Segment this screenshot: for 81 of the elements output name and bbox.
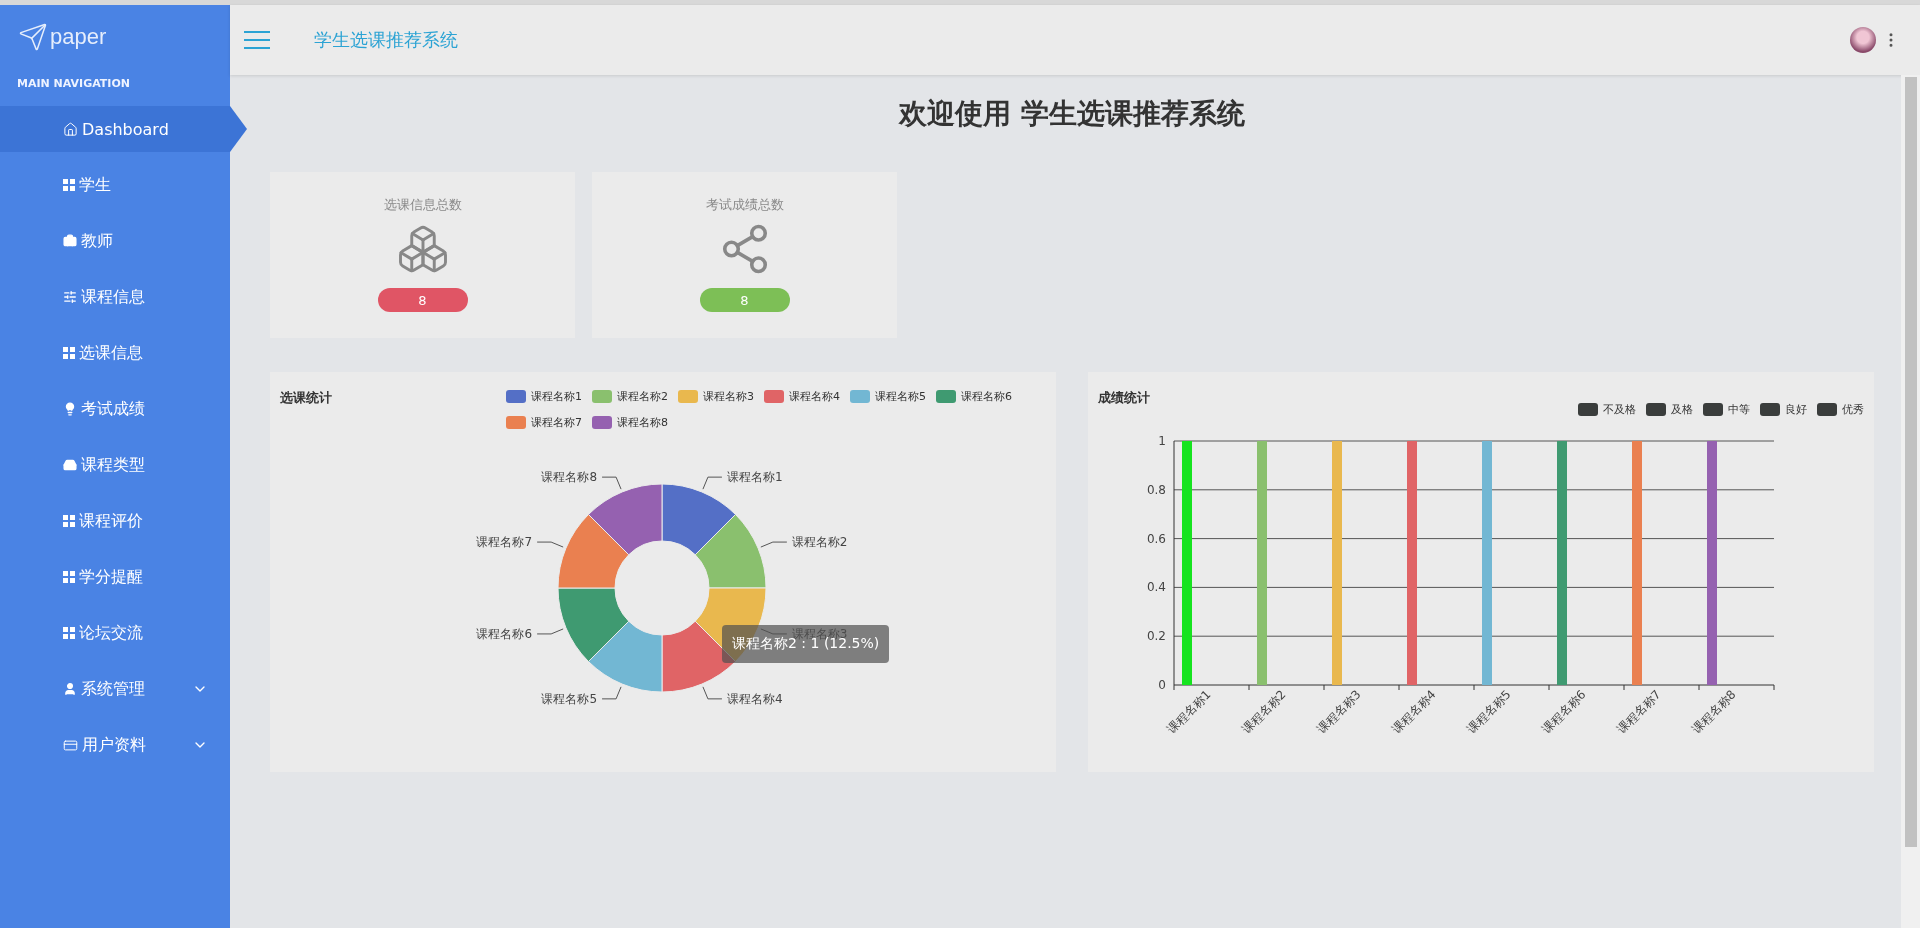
x-tick-label: 课程名称1 xyxy=(1164,687,1214,737)
y-tick-label: 0.2 xyxy=(1146,629,1166,644)
stat-label: 选课信息总数 xyxy=(383,196,462,214)
legend-item[interactable]: 课程名称1 xyxy=(506,386,582,406)
nav-section-title: MAIN NAVIGATION xyxy=(16,76,131,92)
avatar[interactable] xyxy=(1850,27,1876,53)
x-tick-label: 课程名称3 xyxy=(1314,687,1364,737)
slice-label: 课程名称2 xyxy=(791,535,848,550)
nav-item[interactable]: 系统管理 xyxy=(0,666,230,712)
grid-icon xyxy=(63,179,75,191)
count-badge: 8 xyxy=(699,288,790,312)
slice-label: 课程名称7 xyxy=(476,535,533,550)
legend-item[interactable]: 不及格 xyxy=(1578,386,1636,432)
user-icon xyxy=(63,682,77,696)
x-tick-label: 课程名称8 xyxy=(1689,687,1739,737)
leader-line xyxy=(760,541,788,548)
count-badge: 8 xyxy=(377,288,468,312)
leader-line xyxy=(536,541,564,548)
nav-item[interactable]: 课程类型 xyxy=(0,442,230,488)
chart-title: 成绩统计 xyxy=(1098,389,1150,407)
nav-item[interactable]: 课程评价 xyxy=(0,498,230,544)
legend-item[interactable]: 课程名称5 xyxy=(850,386,926,406)
briefcase-icon xyxy=(63,234,77,248)
legend-item[interactable]: 课程名称2 xyxy=(592,386,668,406)
nav-item[interactable]: Dashboard xyxy=(0,106,230,152)
slice-label: 课程名称6 xyxy=(476,626,533,641)
x-tick-label: 课程名称2 xyxy=(1239,687,1289,737)
nav-item[interactable]: 论坛交流 xyxy=(0,610,230,656)
leader-line xyxy=(702,476,723,490)
slice-label: 课程名称8 xyxy=(541,470,598,485)
bulb-icon xyxy=(63,402,77,416)
legend-item[interactable]: 课程名称4 xyxy=(764,386,840,406)
grid-icon xyxy=(63,571,75,583)
slice-label: 课程名称4 xyxy=(726,691,783,706)
leader-line xyxy=(601,686,622,700)
y-tick-label: 0.8 xyxy=(1146,482,1166,497)
nav-item[interactable]: 考试成绩 xyxy=(0,386,230,432)
legend-item[interactable]: 及格 xyxy=(1646,386,1693,432)
grid-icon xyxy=(63,627,75,639)
active-pointer xyxy=(230,106,247,152)
x-tick-label: 课程名称7 xyxy=(1614,687,1664,737)
nav-item[interactable]: 学分提醒 xyxy=(0,554,230,600)
tray-icon xyxy=(63,458,77,472)
nav-item[interactable]: 学生 xyxy=(0,162,230,208)
scrollbar-thumb[interactable] xyxy=(1904,77,1917,847)
y-tick-label: 0.6 xyxy=(1146,531,1166,546)
logo-text: paper xyxy=(50,24,107,50)
legend-item[interactable]: 课程名称6 xyxy=(936,386,1012,406)
leader-line xyxy=(702,686,723,700)
legend-item[interactable]: 良好 xyxy=(1760,386,1807,432)
grid-icon xyxy=(63,515,75,527)
paper-plane-icon xyxy=(18,22,48,52)
legend-item[interactable]: 中等 xyxy=(1703,386,1750,432)
menu-icon[interactable] xyxy=(244,31,270,49)
x-tick-label: 课程名称6 xyxy=(1539,687,1589,737)
grid-icon xyxy=(63,347,75,359)
sliders-icon xyxy=(63,290,77,304)
legend-item[interactable]: 课程名称3 xyxy=(678,386,754,406)
scrollbar[interactable] xyxy=(1901,75,1920,928)
legend-item[interactable]: 优秀 xyxy=(1817,386,1864,432)
chart-title: 选课统计 xyxy=(280,389,332,407)
x-tick-label: 课程名称5 xyxy=(1464,687,1514,737)
page-title: 欢迎使用 学生选课推荐系统 xyxy=(897,96,1246,132)
legend-item[interactable]: 课程名称8 xyxy=(592,412,668,432)
nav-item[interactable]: 课程信息 xyxy=(0,274,230,320)
y-tick-label: 1 xyxy=(1158,434,1166,448)
app-title: 学生选课推荐系统 xyxy=(314,28,459,52)
leader-line xyxy=(536,628,564,635)
stat-label: 考试成绩总数 xyxy=(705,196,784,214)
home-icon xyxy=(63,121,78,137)
nav-item[interactable]: 选课信息 xyxy=(0,330,230,376)
leader-line xyxy=(601,476,622,490)
nav-item[interactable]: 教师 xyxy=(0,218,230,264)
slice-label: 课程名称1 xyxy=(726,470,783,485)
legend-item[interactable]: 课程名称7 xyxy=(506,412,582,432)
card-icon xyxy=(63,737,78,753)
x-tick-label: 课程名称4 xyxy=(1389,687,1439,737)
y-tick-label: 0 xyxy=(1158,678,1166,692)
nav-item[interactable]: 用户资料 xyxy=(0,722,230,768)
slice-label: 课程名称5 xyxy=(541,691,598,706)
y-tick-label: 0.4 xyxy=(1146,580,1166,595)
